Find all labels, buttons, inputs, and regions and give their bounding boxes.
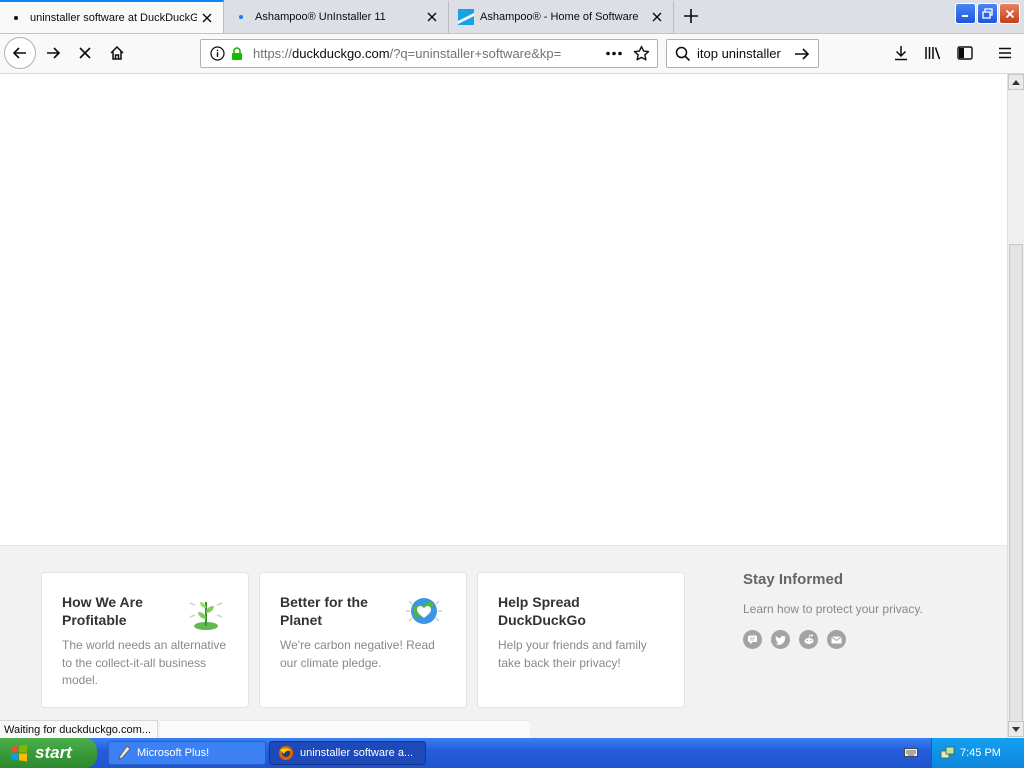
clock[interactable]: 7:45 PM: [960, 747, 1001, 759]
tab-title: Ashampoo® - Home of Software: [480, 11, 639, 23]
system-tray: 7:45 PM: [931, 738, 1024, 768]
restore-button[interactable]: [977, 3, 998, 24]
sidebar-button[interactable]: [950, 38, 980, 68]
search-icon: [675, 46, 691, 65]
back-arrow-icon: [12, 47, 26, 59]
scrollbar-thumb[interactable]: [1009, 244, 1023, 724]
minimize-button[interactable]: [955, 3, 976, 24]
plant-icon: [189, 602, 223, 630]
close-window-button[interactable]: [999, 3, 1020, 24]
status-bar-background: [160, 720, 530, 739]
close-tab-icon[interactable]: [647, 7, 667, 27]
firefox-icon: [279, 746, 293, 760]
card-title: Help Spread DuckDuckGo: [498, 594, 586, 628]
loading-dot-icon: [8, 10, 24, 26]
stop-button[interactable]: [70, 38, 100, 68]
lock-icon[interactable]: [230, 46, 244, 64]
stay-title: Stay Informed: [743, 571, 844, 588]
start-button[interactable]: start: [0, 738, 97, 768]
globe-heart-icon: [406, 598, 442, 624]
window-controls: [955, 3, 1020, 24]
social-links: [743, 630, 923, 649]
tab-ashampoo-uninstaller[interactable]: Ashampoo® UnInstaller 11: [225, 1, 449, 33]
close-tab-icon[interactable]: [422, 7, 442, 27]
search-input[interactable]: itop uninstaller: [697, 46, 781, 61]
card-title: Better for the Planet: [280, 594, 368, 628]
go-arrow-icon[interactable]: [794, 46, 810, 65]
footer-section: How We Are Profitable The world needs an…: [0, 545, 1007, 738]
stay-informed: Stay Informed Learn how to protect your …: [743, 571, 923, 649]
library-button[interactable]: [918, 38, 948, 68]
loading-dot-icon: [233, 9, 249, 25]
ashampoo-logo-icon: [458, 9, 474, 25]
info-icon[interactable]: [210, 46, 225, 64]
card-text: Help your friends and family take back t…: [498, 638, 647, 670]
stop-icon: [79, 47, 91, 59]
forward-arrow-icon: [47, 47, 61, 59]
card-spread[interactable]: Help Spread DuckDuckGo Help your friends…: [477, 572, 685, 708]
tab-strip: uninstaller software at DuckDuckGo Asham…: [0, 0, 1024, 34]
card-text: We're carbon negative! Read our climate …: [280, 638, 435, 670]
twitter-icon[interactable]: [771, 630, 790, 649]
taskbar-item-microsoft-plus[interactable]: Microsoft Plus!: [108, 741, 266, 765]
card-planet[interactable]: Better for the Planet We're carbon negat…: [259, 572, 467, 708]
tab-title: uninstaller software at DuckDuckGo: [30, 11, 197, 24]
library-icon: [925, 47, 941, 60]
status-message: Waiting for duckduckgo.com...: [0, 720, 158, 739]
taskbar-item-firefox[interactable]: uninstaller software a...: [269, 741, 426, 765]
search-bar[interactable]: itop uninstaller: [666, 39, 819, 68]
card-profitable[interactable]: How We Are Profitable The world needs an…: [41, 572, 249, 708]
reddit-icon[interactable]: [799, 630, 818, 649]
tab-title: Ashampoo® UnInstaller 11: [255, 11, 386, 23]
url-bar[interactable]: https://duckduckgo.com/?q=uninstaller+so…: [200, 39, 658, 68]
hamburger-icon: [999, 47, 1011, 59]
download-icon: [895, 46, 907, 61]
url-text[interactable]: https://duckduckgo.com/?q=uninstaller+so…: [253, 46, 571, 61]
bookmark-star-icon[interactable]: [633, 45, 650, 65]
card-text: The world needs an alternative to the co…: [62, 638, 227, 687]
card-title: How We Are Profitable: [62, 594, 143, 628]
tab-duckduckgo[interactable]: uninstaller software at DuckDuckGo: [0, 0, 224, 33]
windows-taskbar: start Microsoft Plus! uninstaller softwa…: [0, 738, 1024, 768]
plus-icon: [684, 9, 698, 23]
new-tab-button[interactable]: [680, 5, 702, 27]
back-button[interactable]: [4, 37, 36, 69]
page-actions-icon[interactable]: [605, 46, 623, 64]
task-label: uninstaller software a...: [300, 747, 414, 759]
sidebar-icon: [957, 46, 973, 60]
pen-icon: [118, 745, 131, 760]
menu-button[interactable]: [990, 38, 1020, 68]
keyboard-icon[interactable]: [904, 746, 918, 758]
downloads-button[interactable]: [886, 38, 916, 68]
home-button[interactable]: [102, 38, 132, 68]
start-label: start: [35, 743, 72, 762]
navigation-toolbar: https://duckduckgo.com/?q=uninstaller+so…: [0, 34, 1024, 74]
task-label: Microsoft Plus!: [137, 747, 210, 759]
close-tab-icon[interactable]: [197, 8, 217, 28]
tab-ashampoo-home[interactable]: Ashampoo® - Home of Software: [450, 1, 674, 33]
page-content: How We Are Profitable The world needs an…: [0, 74, 1007, 738]
forward-button[interactable]: [38, 38, 68, 68]
network-icon[interactable]: [940, 745, 956, 761]
email-icon[interactable]: [827, 630, 846, 649]
home-icon: [110, 45, 124, 60]
scroll-up-arrow-icon[interactable]: [1008, 74, 1024, 90]
windows-logo-icon: [11, 744, 27, 762]
scroll-down-arrow-icon[interactable]: [1008, 721, 1024, 737]
chat-icon[interactable]: [743, 630, 762, 649]
stay-text: Learn how to protect your privacy.: [743, 602, 923, 616]
vertical-scrollbar[interactable]: [1007, 74, 1024, 738]
